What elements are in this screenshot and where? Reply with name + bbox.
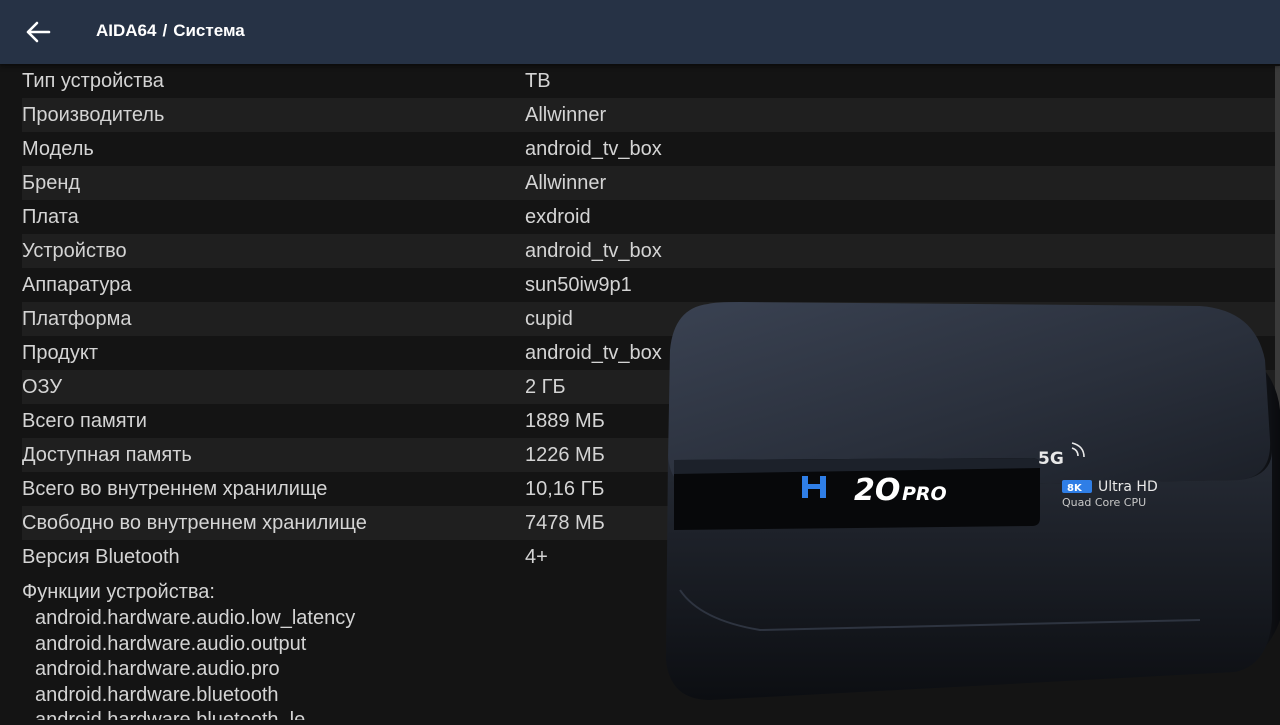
- info-value: exdroid: [525, 206, 591, 228]
- info-value: Allwinner: [525, 172, 607, 194]
- info-value: android_tv_box: [525, 138, 662, 160]
- svg-text:Ultra HD: Ultra HD: [1098, 479, 1158, 495]
- info-value: 10,16 ГБ: [525, 478, 605, 500]
- breadcrumb-app[interactable]: AIDA64: [96, 21, 156, 40]
- info-key: Всего памяти: [22, 410, 147, 432]
- info-key: Всего во внутреннем хранилище: [22, 478, 328, 500]
- tv-box-illustration: 2O PRO 5G 8K Ultra HD Quad Core CPU: [666, 302, 1280, 700]
- product-image: 2O PRO 5G 8K Ultra HD Quad Core CPU: [640, 290, 1280, 720]
- info-key: Тип устройства: [22, 70, 164, 92]
- breadcrumb: AIDA64 / Система: [96, 21, 245, 41]
- arrow-left-icon: [26, 21, 51, 43]
- info-value: 4+: [525, 546, 548, 568]
- info-key: Производитель: [22, 104, 165, 126]
- info-value: 2 ГБ: [525, 376, 566, 398]
- info-row[interactable]: Плата exdroid: [22, 200, 1280, 234]
- info-value: sun50iw9p1: [525, 274, 632, 296]
- info-key: Аппаратура: [22, 274, 132, 296]
- info-value: Allwinner: [525, 104, 607, 126]
- info-key: Доступная память: [22, 444, 192, 466]
- app-bar: AIDA64 / Система: [0, 0, 1280, 64]
- info-key: Продукт: [22, 342, 98, 364]
- info-value: 7478 МБ: [525, 512, 605, 534]
- svg-text:5G: 5G: [1038, 449, 1064, 469]
- info-value: 1889 МБ: [525, 410, 605, 432]
- info-value: cupid: [525, 308, 573, 330]
- svg-text:PRO: PRO: [902, 483, 947, 505]
- info-key: Платформа: [22, 308, 132, 330]
- info-key: Бренд: [22, 172, 81, 194]
- breadcrumb-separator: /: [162, 21, 168, 40]
- svg-text:2O: 2O: [854, 473, 900, 508]
- info-value: 1226 МБ: [525, 444, 605, 466]
- info-key: ОЗУ: [22, 376, 63, 398]
- back-button[interactable]: [18, 14, 58, 50]
- page-title: Система: [173, 21, 245, 40]
- svg-text:Quad Core CPU: Quad Core CPU: [1062, 496, 1146, 509]
- info-value: ТВ: [525, 70, 551, 92]
- info-value: android_tv_box: [525, 240, 662, 262]
- svg-text:8K: 8K: [1067, 483, 1083, 494]
- info-key: Плата: [22, 206, 79, 228]
- info-row[interactable]: Тип устройства ТВ: [22, 64, 1280, 98]
- info-row[interactable]: Производитель Allwinner: [22, 98, 1280, 132]
- info-key: Версия Bluetooth: [22, 546, 180, 568]
- info-row[interactable]: Модель android_tv_box: [22, 132, 1280, 166]
- info-row[interactable]: Бренд Allwinner: [22, 166, 1280, 200]
- info-key: Модель: [22, 138, 94, 160]
- info-key: Свободно во внутреннем хранилище: [22, 512, 367, 534]
- info-key: Устройство: [22, 240, 127, 262]
- info-row[interactable]: Устройство android_tv_box: [22, 234, 1280, 268]
